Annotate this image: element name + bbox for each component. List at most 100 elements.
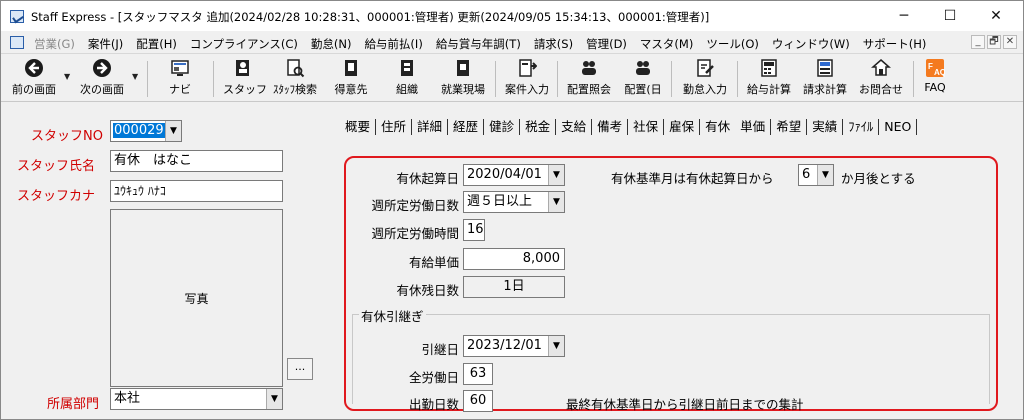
- weekly-days-combo[interactable]: 週５日以上 ▼: [463, 191, 565, 213]
- navi-button[interactable]: ナビ: [163, 58, 197, 100]
- forward-button[interactable]: 次の画面: [75, 58, 129, 100]
- faq-icon: FAQ: [926, 59, 945, 77]
- tab-item[interactable]: 単価: [735, 119, 772, 135]
- photo-browse-button[interactable]: ...: [287, 358, 313, 380]
- staff-search-icon: [287, 59, 305, 78]
- site-button[interactable]: 就業現場: [437, 58, 489, 100]
- faq-button[interactable]: F AQ FAQ: [919, 58, 951, 100]
- tab-item[interactable]: NEO: [879, 119, 918, 135]
- payroll-button[interactable]: 給与計算: [743, 58, 795, 100]
- site-book-icon: [457, 60, 469, 76]
- base-month-combo[interactable]: 6 ▼: [798, 164, 834, 186]
- unit-price-label: 有給単価: [408, 255, 459, 270]
- leave-start-label: 有休起算日: [396, 171, 459, 186]
- carryover-date-combo[interactable]: 2023/12/01 ▼: [463, 335, 565, 357]
- staff-name-label: スタッフ氏名: [17, 159, 96, 174]
- carryover-note: 最終有休基準日から引継日前日までの集計: [566, 397, 804, 412]
- chevron-down-icon[interactable]: ▼: [817, 165, 833, 185]
- mdi-restore-button[interactable]: 🗗: [987, 35, 1001, 49]
- unit-price-input[interactable]: 8,000: [463, 248, 565, 270]
- photo-box[interactable]: 写真: [110, 209, 283, 387]
- leave-start-value: 2020/04/01: [467, 167, 542, 182]
- inquiry-button[interactable]: お問合せ: [855, 58, 907, 100]
- tab-item[interactable]: ﾌｧｲﾙ: [843, 119, 880, 135]
- attendance-input-button[interactable]: 勤怠入力: [679, 58, 731, 100]
- tab-item[interactable]: 雇保: [664, 119, 701, 135]
- tab-item[interactable]: 希望: [771, 119, 808, 135]
- mdi-close-button[interactable]: ✕: [1003, 35, 1017, 49]
- base-month-value: 6: [802, 167, 811, 182]
- menu-item[interactable]: サポート(H): [863, 37, 927, 51]
- arrow-right-icon: [93, 59, 111, 77]
- toolbar-separator: [671, 61, 672, 97]
- arrow-left-icon: [25, 59, 43, 77]
- total-days-label: 全労働日: [408, 370, 459, 385]
- menu-bar: 営業(G) 案件(J) 配置(H) コンプライアンス(C) 勤怠(N) 給与前払(I) 給与…: [1, 32, 1023, 54]
- tab-item[interactable]: 実績: [807, 119, 844, 135]
- attendance-days-input[interactable]: 60: [463, 390, 493, 412]
- tab-item[interactable]: 健診: [484, 119, 521, 135]
- menu-item[interactable]: ツール(O): [706, 37, 759, 51]
- assign-query-button[interactable]: 配置照会: [563, 58, 615, 100]
- chevron-down-icon[interactable]: ▼: [548, 165, 564, 185]
- billing-button[interactable]: 請求計算: [799, 58, 851, 100]
- chevron-down-icon[interactable]: ▼: [266, 389, 282, 409]
- staff-book-icon: [236, 60, 249, 76]
- window-title: Staff Express - [スタッフマスタ 追加(2024/02/28 1…: [31, 10, 710, 24]
- inquiry-home-icon: [871, 59, 891, 76]
- weekly-days-label: 週所定労働日数: [371, 198, 459, 213]
- toolbar-separator: [213, 61, 214, 97]
- menu-item[interactable]: 配置(H): [136, 37, 177, 51]
- client-button[interactable]: 得意先: [331, 58, 371, 100]
- tab-item[interactable]: 支給: [556, 119, 593, 135]
- total-days-input[interactable]: 63: [463, 363, 493, 385]
- menu-item[interactable]: 給与前払(I): [364, 37, 422, 51]
- staff-search-button[interactable]: ｽﾀｯﾌ検索: [267, 58, 323, 100]
- maximize-button[interactable]: ☐: [927, 1, 973, 31]
- tab-item[interactable]: 経歴: [448, 119, 485, 135]
- staff-kana-input[interactable]: ﾕｳｷｭｳ ﾊﾅｺ: [110, 180, 283, 202]
- menu-item[interactable]: ウィンドウ(W): [772, 37, 850, 51]
- tab-item[interactable]: 詳細: [412, 119, 449, 135]
- people-group-icon: [582, 61, 596, 75]
- dept-combo[interactable]: 本社 ▼: [110, 388, 283, 410]
- dept-value: 本社: [114, 391, 141, 406]
- chevron-down-icon[interactable]: ▼: [548, 336, 564, 356]
- staff-name-input[interactable]: 有休 はなこ: [110, 150, 283, 172]
- tab-item[interactable]: 住所: [376, 119, 413, 135]
- staff-no-value: 000029: [113, 123, 165, 138]
- leave-start-combo[interactable]: 2020/04/01 ▼: [463, 164, 565, 186]
- close-button[interactable]: ✕: [973, 1, 1019, 31]
- weekly-hours-input[interactable]: 16: [463, 219, 485, 241]
- weekly-hours-label: 週所定労働時間: [371, 226, 459, 241]
- minimize-button[interactable]: ─: [881, 1, 927, 31]
- tab-item[interactable]: 税金: [520, 119, 557, 135]
- chevron-down-icon[interactable]: ▼: [548, 192, 564, 212]
- tab-item[interactable]: 社保: [628, 119, 665, 135]
- tab-item[interactable]: 概要: [340, 119, 377, 135]
- tab-item[interactable]: 有休: [700, 119, 735, 135]
- menu-item[interactable]: 管理(D): [586, 37, 627, 51]
- menu-item[interactable]: コンプライアンス(C): [190, 37, 298, 51]
- menu-item[interactable]: 勤怠(N): [311, 37, 352, 51]
- organization-button[interactable]: 組織: [387, 58, 427, 100]
- staff-no-combo[interactable]: 000029 ▼: [110, 120, 182, 142]
- back-dropdown-arrow[interactable]: ▼: [64, 72, 70, 81]
- forward-dropdown-arrow[interactable]: ▼: [132, 72, 138, 81]
- case-input-button[interactable]: 案件入力: [501, 58, 553, 100]
- chevron-down-icon[interactable]: ▼: [165, 121, 181, 141]
- mdi-minimize-button[interactable]: _: [971, 35, 985, 49]
- menu-item[interactable]: 給与賞与年調(T): [436, 37, 521, 51]
- document-icon[interactable]: [10, 36, 24, 49]
- menu-item[interactable]: 案件(J): [88, 37, 123, 51]
- menu-item[interactable]: 請求(S): [534, 37, 573, 51]
- menu-item[interactable]: マスタ(M): [640, 37, 693, 51]
- staff-button[interactable]: スタッフ: [223, 58, 267, 100]
- menu-item[interactable]: 営業(G): [34, 37, 75, 51]
- assign-day-button[interactable]: 配置(日: [621, 58, 665, 100]
- remaining-days-label: 有休残日数: [396, 283, 459, 298]
- back-button[interactable]: 前の画面: [7, 58, 61, 100]
- payroll-calculator-icon: [761, 59, 777, 77]
- tab-item[interactable]: 備考: [592, 119, 629, 135]
- toolbar: 前の画面 ▼ 次の画面 ▼ ナビ スタッフ ｽﾀｯﾌ検索 得意先 組織 就業現場…: [1, 55, 1023, 102]
